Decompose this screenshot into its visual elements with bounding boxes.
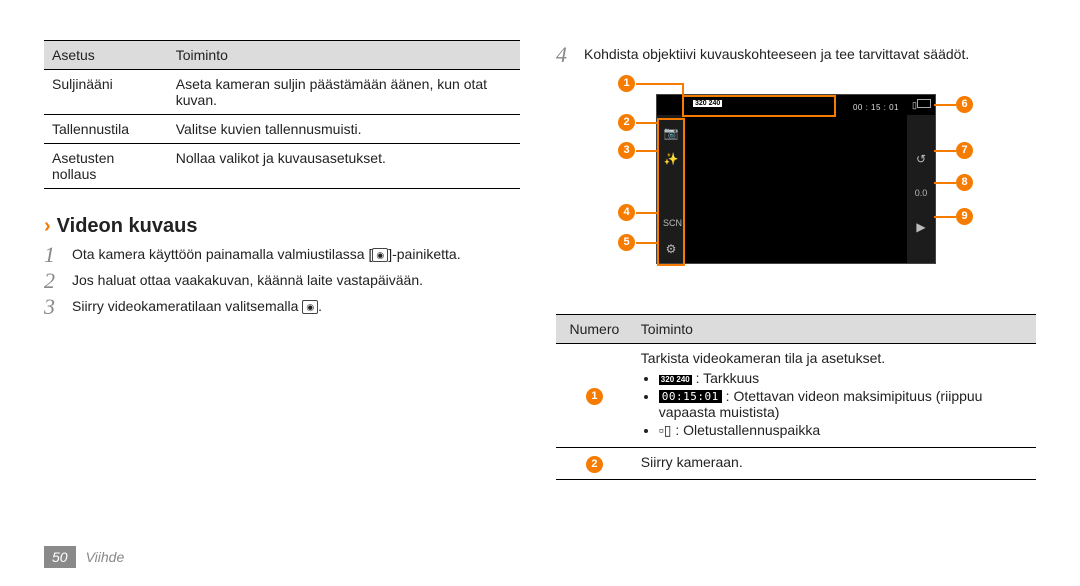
step-3: 3 Siirry videokameratilaan valitsemalla … (44, 296, 520, 318)
settings-header-toiminto: Toiminto (168, 41, 520, 70)
page-number: 50 (44, 546, 76, 568)
callout-6: 6 (956, 96, 973, 113)
table-row: Aseta kameran suljin päästämään äänen, k… (168, 70, 520, 115)
callout-row-1: Tarkista videokameran tila ja asetukset.… (633, 344, 1036, 448)
step-4: 4 Kohdista objektiivi kuvauskohteeseen j… (556, 44, 1036, 66)
resolution-icon: 320 240 (659, 375, 692, 385)
callout-7: 7 (956, 142, 973, 159)
table-row: Valitse kuvien tallennusmuisti. (168, 115, 520, 144)
callout-ref-2: 2 (586, 456, 603, 473)
callout-3: 3 (618, 142, 635, 159)
video-screen-diagram: 320 240 00 : 15 : 01 ▯ 📷 ✨ SCN ⚙ ↺ 0.0 ▶ (556, 74, 1036, 304)
callout-1: 1 (618, 75, 635, 92)
callout-2: 2 (618, 114, 635, 131)
time-indicator: 00 : 15 : 01 (853, 103, 899, 112)
section-heading: ›Videon kuvaus (44, 215, 520, 238)
table-row: Nollaa valikot ja kuvausasetukset. (168, 144, 520, 189)
callout-9: 9 (956, 208, 973, 225)
settings-header-asetus: Asetus (44, 41, 168, 70)
time-icon: 00:15:01 (659, 390, 722, 403)
callouts-table: Numero Toiminto 1 Tarkista videokameran … (556, 314, 1036, 480)
section-name: Viihde (86, 549, 125, 565)
camera-icon: ◉ (302, 300, 318, 314)
step-1: 1 Ota kamera käyttöön painamalla valmius… (44, 244, 520, 266)
screen-preview: 320 240 00 : 15 : 01 ▯ 📷 ✨ SCN ⚙ ↺ 0.0 ▶ (656, 94, 936, 264)
ev-icon: 0.0 (913, 185, 929, 201)
storage-small-icon: ▫▯ (659, 422, 672, 438)
page-footer: 50 Viihde (44, 546, 124, 568)
table-row: Tallennustila (44, 115, 168, 144)
callouts-header-toiminto: Toiminto (633, 315, 1036, 344)
table-row: Suljinääni (44, 70, 168, 115)
callout-8: 8 (956, 174, 973, 191)
settings-table: Asetus Toiminto Suljinääni Aseta kameran… (44, 40, 520, 189)
table-row: Asetusten nollaus (44, 144, 168, 189)
camera-icon: ◉ (372, 248, 388, 262)
reset-icon: ↺ (913, 151, 929, 167)
callout-5: 5 (618, 234, 635, 251)
callouts-header-numero: Numero (556, 315, 633, 344)
highlight-leftstrip (657, 118, 685, 266)
step-2: 2 Jos haluat ottaa vaakakuvan, käännä la… (44, 270, 520, 292)
play-icon: ▶ (913, 219, 929, 235)
callout-row-2: Siirry kameraan. (633, 448, 1036, 480)
callout-4: 4 (618, 204, 635, 221)
battery-icon (917, 99, 931, 108)
callout-ref-1: 1 (586, 388, 603, 405)
chevron-icon: › (44, 215, 51, 237)
highlight-topbar (682, 95, 836, 117)
